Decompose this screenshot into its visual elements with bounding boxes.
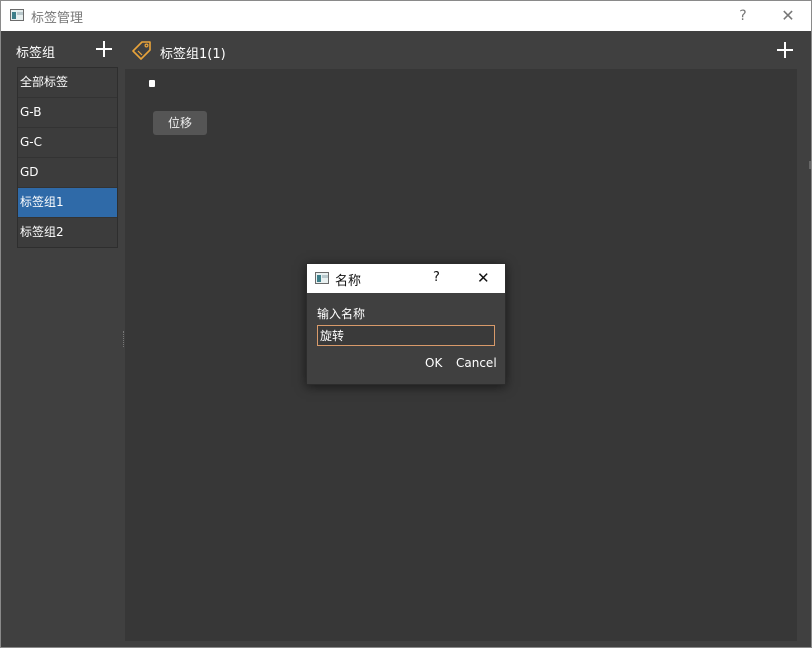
sidebar-item-tag-group-1[interactable]: 标签组1 [18, 188, 117, 218]
sidebar-header: 标签组 [1, 31, 125, 67]
sidebar-title: 标签组 [16, 46, 56, 61]
dialog-title-bar: 名称 ? ✕ [307, 264, 505, 293]
dialog-help-button[interactable]: ? [433, 270, 440, 285]
sidebar-item-g-b[interactable]: G-B [18, 98, 117, 128]
add-group-plus-icon[interactable] [96, 41, 112, 57]
dialog-close-button[interactable]: ✕ [477, 269, 490, 287]
sidebar-item-all-tags[interactable]: 全部标签 [18, 68, 117, 98]
sidebar-item-tag-group-2[interactable]: 标签组2 [18, 218, 117, 247]
cursor-marker-icon [149, 80, 155, 87]
scroll-edge-indicator [809, 161, 811, 169]
tag-icon [132, 41, 151, 60]
cancel-button[interactable]: Cancel [456, 356, 497, 370]
dialog-app-icon [315, 272, 329, 284]
title-bar: 标签管理 ? ✕ [1, 1, 811, 31]
name-dialog: 名称 ? ✕ 输入名称 OK Cancel [306, 263, 506, 385]
sidebar-item-g-c[interactable]: G-C [18, 128, 117, 158]
window-title: 标签管理 [31, 11, 84, 26]
close-button[interactable]: ✕ [768, 1, 808, 31]
help-button[interactable]: ? [723, 1, 763, 31]
sidebar-item-gd[interactable]: GD [18, 158, 117, 188]
add-tag-plus-icon[interactable] [777, 42, 793, 58]
app-icon [10, 9, 24, 21]
ok-button[interactable]: OK [425, 356, 442, 370]
name-label: 输入名称 [317, 307, 366, 321]
tag-chip[interactable]: 位移 [153, 111, 207, 135]
main-header: 标签组1(1) [125, 31, 811, 69]
tag-group-list: 全部标签 G-B G-C GD 标签组1 标签组2 [17, 67, 118, 248]
name-input[interactable] [317, 325, 495, 346]
dialog-title: 名称 [335, 274, 362, 289]
group-title: 标签组1(1) [160, 47, 226, 62]
